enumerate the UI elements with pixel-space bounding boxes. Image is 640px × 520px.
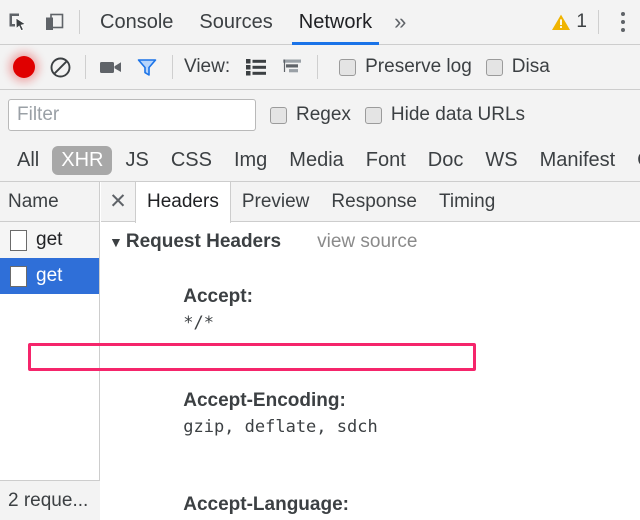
devtools-window: Console Sources Network » 1 View: Preser… bbox=[0, 0, 640, 520]
vertical-dots-menu-icon[interactable] bbox=[606, 0, 640, 45]
preserve-log-option[interactable]: Preserve log bbox=[339, 56, 472, 78]
header-value: gzip, deflate, sdch bbox=[183, 417, 378, 437]
filter-funnel-icon[interactable] bbox=[129, 45, 165, 90]
request-headers-title: Request Headers bbox=[125, 231, 282, 252]
type-filter-css[interactable]: CSS bbox=[162, 146, 221, 175]
tab-headers[interactable]: Headers bbox=[135, 182, 231, 223]
collapse-caret-icon[interactable]: ▼ bbox=[109, 234, 123, 250]
type-filter-img[interactable]: Img bbox=[225, 146, 276, 175]
regex-checkbox[interactable] bbox=[270, 106, 287, 124]
inspect-element-icon[interactable] bbox=[0, 0, 36, 45]
preserve-log-label: Preserve log bbox=[365, 56, 472, 77]
request-list-column-header[interactable]: Name bbox=[0, 182, 99, 222]
toolbar-divider bbox=[79, 10, 80, 34]
more-tabs-chevron-label: » bbox=[394, 9, 407, 34]
type-filter-all[interactable]: All bbox=[8, 146, 48, 175]
tab-console[interactable]: Console bbox=[87, 0, 186, 45]
detail-tabstrip: ✕ Headers Preview Response Timing bbox=[101, 182, 640, 223]
request-row-2-name: get bbox=[36, 265, 63, 286]
type-filter-other[interactable]: Other bbox=[628, 146, 640, 175]
disable-cache-checkbox[interactable] bbox=[485, 58, 503, 76]
tab-response[interactable]: Response bbox=[320, 182, 428, 222]
tab-sources[interactable]: Sources bbox=[186, 0, 285, 45]
document-icon bbox=[10, 229, 27, 251]
header-row-accept-language: Accept-Language: en-US,en;q=0.8 bbox=[141, 466, 640, 520]
disable-cache-label: Disa bbox=[511, 56, 550, 77]
view-label: View: bbox=[184, 56, 231, 77]
type-filter-font[interactable]: Font bbox=[357, 146, 415, 175]
more-tabs-chevron-icon[interactable]: » bbox=[385, 0, 415, 45]
network-toolbar-divider-3 bbox=[317, 55, 319, 79]
disable-cache-option[interactable]: Disa bbox=[485, 56, 550, 78]
request-detail-pane: ✕ Headers Preview Response Timing ▼ Requ… bbox=[101, 182, 640, 520]
warning-triangle-icon bbox=[552, 14, 571, 30]
network-toolbar-divider-2 bbox=[172, 55, 173, 79]
request-row-2[interactable]: get bbox=[0, 258, 99, 294]
tab-preview[interactable]: Preview bbox=[231, 182, 321, 222]
filter-input[interactable] bbox=[8, 99, 256, 131]
preserve-log-checkbox[interactable] bbox=[339, 58, 357, 76]
tab-network[interactable]: Network bbox=[286, 0, 385, 45]
tabstrip-divider-right bbox=[598, 10, 599, 34]
waterfall-view-icon[interactable] bbox=[274, 45, 310, 90]
request-list-pane: Name get get 2 reque... bbox=[0, 182, 100, 520]
type-filter-doc[interactable]: Doc bbox=[419, 146, 473, 175]
type-filter-js[interactable]: JS bbox=[116, 146, 157, 175]
type-filter-media[interactable]: Media bbox=[280, 146, 352, 175]
regex-label: Regex bbox=[296, 104, 351, 125]
header-row-accept-encoding: Accept-Encoding: gzip, deflate, sdch bbox=[141, 362, 640, 466]
request-headers-list: Accept: */* Accept-Encoding: gzip, defla… bbox=[101, 258, 640, 520]
header-name: Accept-Encoding: bbox=[183, 390, 346, 411]
header-name: Accept-Language: bbox=[183, 494, 349, 515]
request-count-status: 2 reque... bbox=[0, 480, 100, 520]
devtools-main-tabstrip: Console Sources Network » 1 bbox=[0, 0, 640, 45]
view-source-link[interactable]: view source bbox=[317, 231, 417, 253]
request-row-1-name: get bbox=[36, 229, 63, 250]
type-filter-xhr[interactable]: XHR bbox=[52, 146, 113, 175]
header-value: */* bbox=[183, 313, 214, 333]
clear-button-icon[interactable] bbox=[42, 45, 78, 90]
camera-icon[interactable] bbox=[93, 45, 129, 90]
tab-console-label: Console bbox=[100, 10, 174, 33]
tab-sources-label: Sources bbox=[199, 10, 273, 33]
header-row-accept: Accept: */* bbox=[141, 258, 640, 362]
network-toolbar-divider-1 bbox=[85, 55, 86, 79]
type-filter-ws[interactable]: WS bbox=[476, 146, 526, 175]
close-icon[interactable]: ✕ bbox=[101, 182, 135, 222]
device-toolbar-icon[interactable] bbox=[36, 0, 72, 45]
warning-indicator[interactable]: 1 bbox=[551, 11, 591, 33]
tab-timing[interactable]: Timing bbox=[428, 182, 506, 222]
document-icon bbox=[10, 265, 27, 287]
list-view-icon[interactable] bbox=[238, 45, 274, 90]
filter-bar: Regex Hide data URLs bbox=[0, 90, 640, 140]
hide-data-urls-checkbox[interactable] bbox=[364, 106, 382, 124]
warning-count: 1 bbox=[576, 11, 587, 32]
tab-network-label: Network bbox=[298, 10, 373, 33]
hide-data-urls-label: Hide data URLs bbox=[390, 104, 526, 125]
type-filter-manifest[interactable]: Manifest bbox=[531, 146, 625, 175]
hide-data-urls-option[interactable]: Hide data URLs bbox=[364, 104, 526, 126]
record-button-icon[interactable] bbox=[6, 45, 42, 90]
network-toolbar: View: Preserve log Disa bbox=[0, 45, 640, 90]
request-headers-section-header[interactable]: ▼ Request Headers view source bbox=[101, 222, 640, 258]
header-name: Accept: bbox=[183, 286, 253, 307]
request-row-1[interactable]: get bbox=[0, 222, 99, 258]
regex-option[interactable]: Regex bbox=[270, 104, 351, 126]
resource-type-filters: All XHR JS CSS Img Media Font Doc WS Man… bbox=[0, 140, 640, 182]
